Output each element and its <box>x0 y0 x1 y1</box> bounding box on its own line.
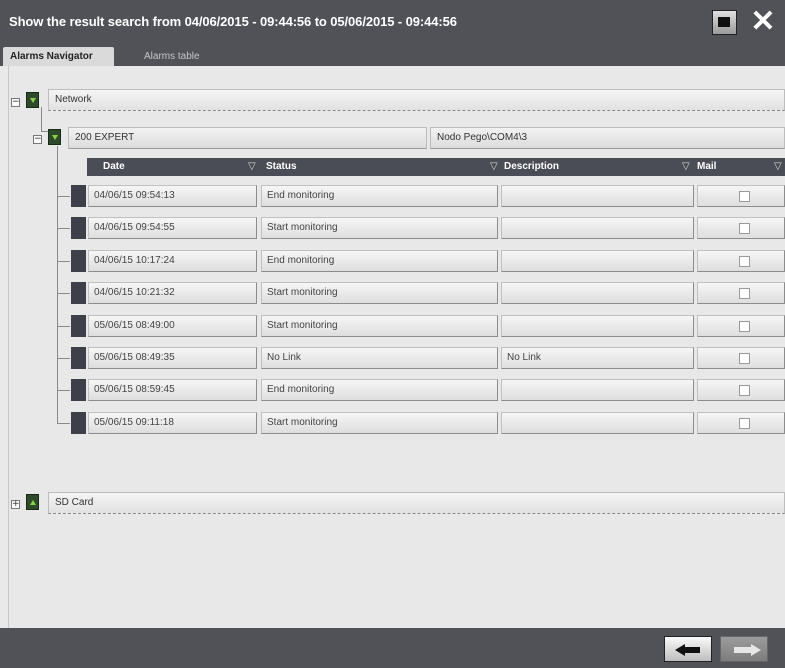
row-status-cell[interactable]: End monitoring <box>261 379 498 401</box>
row-description-cell[interactable] <box>501 250 694 272</box>
column-status[interactable]: Status <box>266 158 297 176</box>
close-icon: ✕ <box>750 5 776 38</box>
tab-alarms-navigator[interactable]: Alarms Navigator <box>3 47 114 66</box>
row-marker[interactable] <box>71 379 86 401</box>
column-description[interactable]: Description <box>504 158 559 176</box>
row-description-cell[interactable] <box>501 315 694 337</box>
tree-line <box>41 107 42 131</box>
date-filter-icon[interactable]: ▽ <box>248 158 256 176</box>
arrow-right-icon-tail <box>734 647 751 653</box>
sdcard-node-icon <box>26 494 39 510</box>
device-node[interactable]: 200 EXPERT <box>68 127 427 149</box>
column-date[interactable]: Date <box>103 158 125 176</box>
row-marker[interactable] <box>71 315 86 337</box>
row-description-cell[interactable] <box>501 185 694 207</box>
row-date-cell[interactable]: 05/06/15 09:11:18 <box>88 412 257 434</box>
row-date-cell[interactable]: 04/06/15 09:54:55 <box>88 217 257 239</box>
row-date-cell[interactable]: 05/06/15 08:59:45 <box>88 379 257 401</box>
tree-line <box>57 326 70 327</box>
arrow-right-icon <box>751 644 761 656</box>
row-description-cell[interactable] <box>501 217 694 239</box>
mail-checkbox[interactable] <box>739 321 750 332</box>
status-filter-icon[interactable]: ▽ <box>490 158 498 176</box>
mail-checkbox[interactable] <box>739 256 750 267</box>
device-expander[interactable]: − <box>33 135 42 144</box>
network-node[interactable]: Network <box>48 89 785 111</box>
mail-checkbox[interactable] <box>739 385 750 396</box>
row-status-cell[interactable]: End monitoring <box>261 185 498 207</box>
fullscreen-button[interactable] <box>712 10 737 35</box>
device-node-icon <box>48 129 61 145</box>
row-marker[interactable] <box>71 412 86 434</box>
network-expander[interactable]: − <box>11 98 20 107</box>
row-marker[interactable] <box>71 250 86 272</box>
row-status-cell[interactable]: No Link <box>261 347 498 369</box>
tab-strip <box>0 44 785 66</box>
mail-checkbox[interactable] <box>739 353 750 364</box>
row-marker[interactable] <box>71 217 86 239</box>
network-node-icon <box>26 92 39 108</box>
window-title: Show the result search from 04/06/2015 -… <box>9 14 457 29</box>
tree-line <box>57 261 70 262</box>
mail-checkbox[interactable] <box>739 418 750 429</box>
table-header <box>87 158 785 176</box>
device-node-address[interactable]: Nodo Pego\COM4\3 <box>430 127 785 149</box>
sdcard-node[interactable]: SD Card <box>48 492 785 514</box>
tree-line <box>57 228 70 229</box>
tree-line <box>57 146 58 423</box>
row-status-cell[interactable]: Start monitoring <box>261 217 498 239</box>
tree-line <box>57 358 70 359</box>
arrow-left-icon-tail <box>684 647 700 653</box>
row-status-cell[interactable]: Start monitoring <box>261 315 498 337</box>
row-marker[interactable] <box>71 185 86 207</box>
row-date-cell[interactable]: 04/06/15 10:17:24 <box>88 250 257 272</box>
column-mail[interactable]: Mail <box>697 158 716 176</box>
mail-filter-icon[interactable]: ▽ <box>774 158 782 176</box>
row-description-cell[interactable]: No Link <box>501 347 694 369</box>
forward-button[interactable] <box>720 636 768 662</box>
mail-checkbox[interactable] <box>739 288 750 299</box>
tree-line <box>57 293 70 294</box>
back-button[interactable] <box>664 636 712 662</box>
tree-line <box>57 390 70 391</box>
row-date-cell[interactable]: 04/06/15 10:21:32 <box>88 282 257 304</box>
row-marker[interactable] <box>71 282 86 304</box>
row-status-cell[interactable]: Start monitoring <box>261 412 498 434</box>
sdcard-expander[interactable]: + <box>11 500 20 509</box>
row-marker[interactable] <box>71 347 86 369</box>
row-description-cell[interactable] <box>501 282 694 304</box>
mail-checkbox[interactable] <box>739 223 750 234</box>
row-status-cell[interactable]: End monitoring <box>261 250 498 272</box>
description-filter-icon[interactable]: ▽ <box>682 158 690 176</box>
tree-line <box>57 196 70 197</box>
row-date-cell[interactable]: 05/06/15 08:49:00 <box>88 315 257 337</box>
tree-line <box>57 423 70 424</box>
row-date-cell[interactable]: 04/06/15 09:54:13 <box>88 185 257 207</box>
row-description-cell[interactable] <box>501 379 694 401</box>
row-description-cell[interactable] <box>501 412 694 434</box>
tab-alarms-table[interactable]: Alarms table <box>137 47 207 66</box>
row-status-cell[interactable]: Start monitoring <box>261 282 498 304</box>
row-date-cell[interactable]: 05/06/15 08:49:35 <box>88 347 257 369</box>
close-button[interactable]: ✕ <box>748 5 778 38</box>
mail-checkbox[interactable] <box>739 191 750 202</box>
